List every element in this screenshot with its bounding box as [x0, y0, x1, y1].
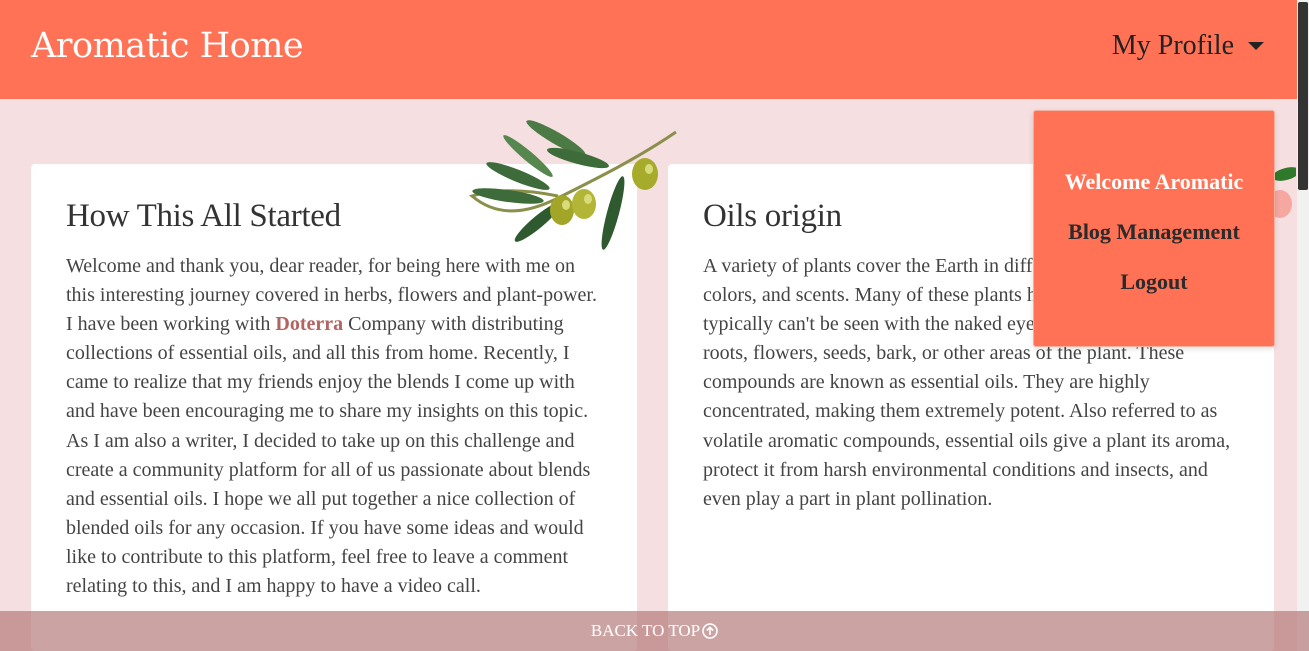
- dropdown-item-logout[interactable]: Logout: [1034, 269, 1274, 295]
- profile-label: My Profile: [1111, 30, 1234, 61]
- scrollbar-thumb[interactable]: [1298, 2, 1308, 190]
- caret-down-icon: [1248, 42, 1264, 50]
- brand-logo-link[interactable]: Aromatic Home: [31, 26, 304, 66]
- card-text-part: Company with distributing collections of…: [66, 313, 591, 598]
- back-to-top-label: BACK TO TOP: [590, 621, 701, 640]
- doterra-link[interactable]: Doterra: [275, 313, 343, 335]
- scrollbar[interactable]: [1297, 0, 1309, 651]
- olive-branch-icon: [468, 120, 677, 250]
- profile-dropdown-toggle[interactable]: My Profile: [1112, 30, 1264, 62]
- dropdown-item-welcome[interactable]: Welcome Aromatic: [1034, 169, 1274, 195]
- navbar: Aromatic Home My Profile: [0, 0, 1297, 99]
- profile-dropdown-menu: Welcome Aromatic Blog Management Logout: [1033, 110, 1275, 347]
- dropdown-item-blog-management[interactable]: Blog Management: [1034, 219, 1274, 245]
- arrow-up-circle-icon: [702, 623, 718, 639]
- card-title: Oils origin: [703, 198, 842, 234]
- card-text: Welcome and thank you, dear reader, for …: [66, 252, 603, 601]
- back-to-top-button[interactable]: BACK TO TOP: [0, 611, 1309, 651]
- card-title: How This All Started: [66, 198, 341, 234]
